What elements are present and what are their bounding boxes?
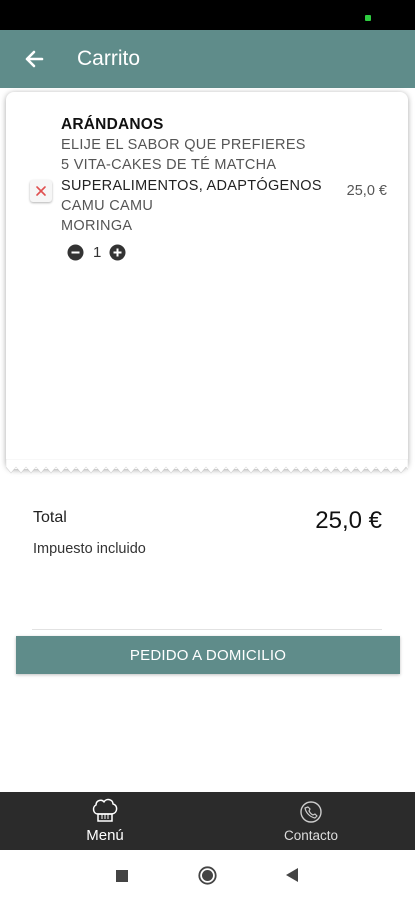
item-price: 25,0 € (346, 183, 387, 199)
page-title: Carrito (77, 47, 141, 70)
increase-quantity-button[interactable] (109, 244, 126, 261)
item-option: CAMU CAMU (61, 198, 154, 214)
item-option: 5 VITA-CAKES DE TÉ MATCHA (61, 157, 277, 173)
close-icon (36, 186, 46, 196)
arrow-left-icon (25, 50, 44, 68)
triangle-back-icon (286, 868, 298, 882)
item-option: SUPERALIMENTOS, ADAPTÓGENOS (61, 178, 322, 194)
recent-apps-button[interactable] (116, 869, 128, 887)
back-button[interactable] (20, 44, 50, 74)
back-nav-button[interactable] (286, 868, 298, 887)
total-value: 25,0 € (315, 507, 382, 534)
nav-item-contact[interactable]: Contacto (236, 792, 386, 850)
minus-circle-icon (67, 244, 84, 261)
divider (32, 629, 382, 630)
home-button[interactable] (198, 866, 217, 890)
quantity-value: 1 (93, 244, 102, 261)
plus-circle-icon (109, 244, 126, 261)
cart-card-torn-edge (6, 459, 408, 474)
item-option: ELIJE EL SABOR QUE PREFIERES (61, 137, 306, 153)
contact-icon (300, 801, 322, 823)
tax-note: Impuesto incluido (33, 541, 146, 557)
item-option: MORINGA (61, 218, 133, 234)
nav-item-menu[interactable]: Menú (30, 792, 180, 850)
circle-icon (198, 866, 217, 885)
decrease-quantity-button[interactable] (67, 244, 84, 261)
home-delivery-button[interactable]: PEDIDO A DOMICILIO (16, 636, 400, 674)
item-name: ARÁNDANOS (61, 116, 164, 133)
total-label: Total (33, 509, 67, 526)
nav-label-contact: Contacto (283, 828, 339, 843)
remove-item-button[interactable] (30, 180, 52, 202)
system-navigation-bar (0, 850, 415, 900)
notification-dot (365, 15, 371, 21)
nav-label-menu: Menú (86, 827, 124, 844)
bottom-nav: Menú Contacto (0, 792, 415, 850)
chef-hat-icon (92, 798, 118, 822)
app-bar: Carrito (0, 30, 415, 88)
status-bar (0, 0, 415, 30)
square-icon (116, 870, 128, 882)
